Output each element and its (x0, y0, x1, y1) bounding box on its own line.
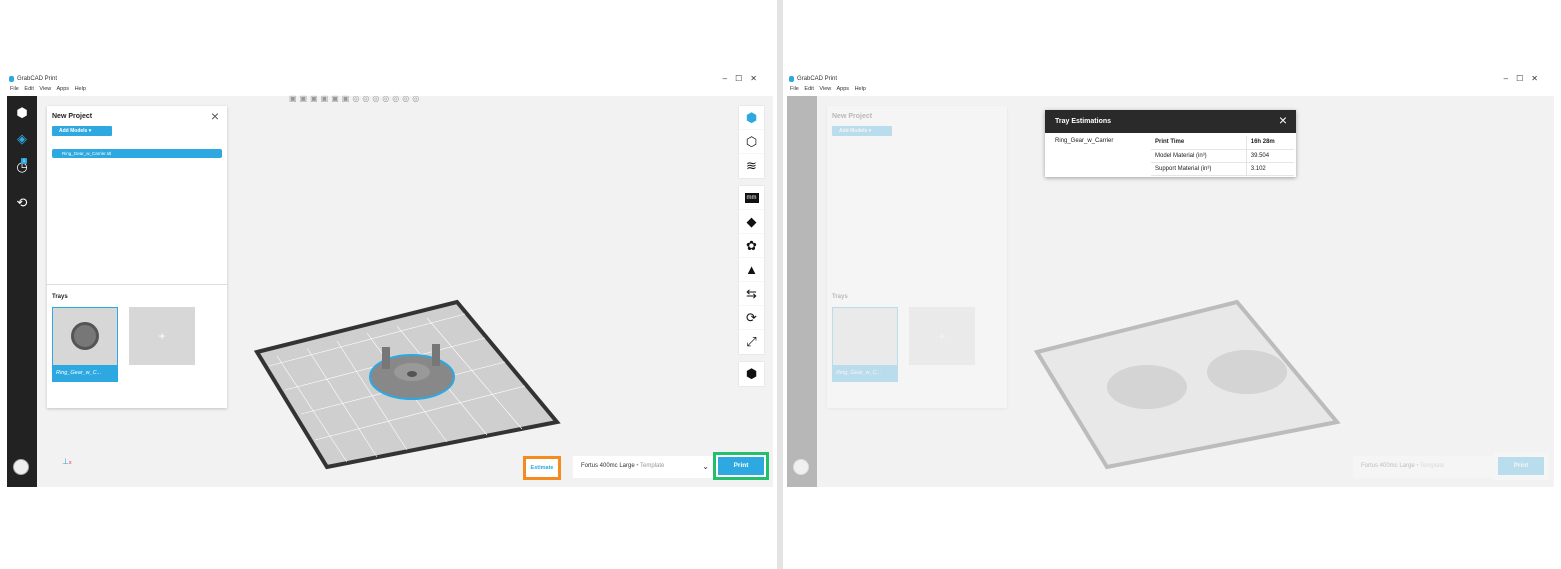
tray-estimations-dialog: Tray Estimations × Ring_Gear_w_Carrier P… (1045, 110, 1296, 177)
screenshot-divider (777, 0, 783, 569)
dialog-close-icon[interactable]: × (1279, 112, 1287, 128)
build-tray (253, 299, 561, 470)
estimation-value: 3.102 (1245, 162, 1294, 176)
add-project-icon[interactable]: ⬢ (13, 104, 31, 122)
avatar (793, 459, 809, 475)
settings-icon[interactable]: ✿ (739, 234, 764, 258)
avatar[interactable] (13, 459, 29, 475)
estimation-model-name: Ring_Gear_w_Carrier (1055, 138, 1114, 144)
scale-icon[interactable]: ⤢ (739, 330, 764, 354)
minimize-icon[interactable]: – (723, 74, 735, 83)
model-view-icon[interactable]: ⬢ (739, 106, 764, 130)
print-button[interactable]: Print (713, 452, 769, 480)
grabcad-logo-icon (789, 76, 794, 82)
project-title: New Project (52, 113, 93, 120)
estimate-button[interactable]: Estimate (523, 456, 561, 480)
window-title: GrabCAD Print (797, 76, 838, 82)
estimation-label: Print Time (1151, 136, 1247, 150)
printer-name: Fortus 400mc Large (581, 463, 635, 469)
material-icon[interactable]: ⬡ (739, 130, 764, 154)
menu-help[interactable]: Help (855, 86, 866, 92)
trays-divider (47, 284, 227, 285)
menu-help[interactable]: Help (75, 86, 86, 92)
window-controls[interactable]: –☐✕ (723, 74, 765, 83)
minimize-icon[interactable]: – (1504, 74, 1516, 83)
units-button[interactable]: mm (739, 186, 764, 210)
menu-file[interactable]: File (790, 86, 799, 92)
trays-label: Trays (832, 294, 848, 300)
table-row: Support Material (in³) 3.102 (1151, 162, 1294, 176)
estimation-table: Print Time 16h 28m Model Material (in³) … (1151, 136, 1294, 176)
axis-indicator-icon: ⊥x (62, 457, 72, 466)
menu-edit[interactable]: Edit (804, 86, 813, 92)
table-row: Model Material (in³) 39.504 (1151, 149, 1294, 163)
add-models-button[interactable]: Add Models ▾ (52, 126, 112, 136)
printer-select: Fortus 400mc Large • Template (1353, 456, 1493, 478)
project-panel: New Project × Add Models ▾ Ring_Gear_w_C… (47, 106, 227, 408)
menu-edit[interactable]: Edit (24, 86, 33, 92)
queue-badge: 1 (21, 158, 27, 164)
tray-name: Ring_Gear_w_C... (833, 365, 897, 381)
window-controls[interactable]: –☐✕ (1504, 74, 1546, 83)
panel-close-icon[interactable]: × (211, 108, 219, 124)
move-icon[interactable]: ⇆ (739, 282, 764, 306)
place-on-tray-icon[interactable]: ◆ (739, 210, 764, 234)
printer-select[interactable]: Fortus 400mc Large • Template ⌄ (573, 456, 713, 478)
model-list-item[interactable]: Ring_Gear_w_Carrier.stl (52, 149, 222, 158)
app-window-right: GrabCAD Print –☐✕ File Edit View Apps He… (787, 72, 1554, 487)
printer-name: Fortus 400mc Large (1361, 463, 1415, 469)
dialog-title: Tray Estimations (1055, 118, 1112, 125)
rotate-icon[interactable]: ⟳ (739, 306, 764, 330)
title-bar: GrabCAD Print –☐✕ (7, 72, 773, 86)
maximize-icon[interactable]: ☐ (1516, 74, 1531, 83)
title-bar-right: GrabCAD Print –☐✕ (787, 72, 1554, 86)
tray-thumbnail: Ring_Gear_w_C... (832, 307, 898, 382)
dialog-header: Tray Estimations × (1045, 110, 1296, 133)
close-icon[interactable]: ✕ (1531, 74, 1546, 83)
grabcad-logo-icon (9, 76, 14, 82)
left-sidebar (787, 96, 817, 487)
app-window-left: GrabCAD Print –☐✕ File Edit View Apps He… (7, 72, 773, 487)
menu-apps[interactable]: Apps (836, 86, 849, 92)
menu-view[interactable]: View (39, 86, 51, 92)
project-title: New Project (832, 113, 873, 120)
add-tray-button[interactable]: + (129, 307, 195, 365)
add-tray-button: + (909, 307, 975, 365)
layers-icon[interactable]: ≋ (739, 154, 764, 178)
supports-icon[interactable]: ▲ (739, 258, 764, 282)
tray-thumbnail[interactable]: Ring_Gear_w_C... (52, 307, 118, 382)
estimation-label: Support Material (in³) (1151, 162, 1247, 176)
menu-view[interactable]: View (819, 86, 831, 92)
project-panel: New Project Add Models ▾ Trays Ring_Gear… (827, 106, 1007, 408)
estimation-value: 39.504 (1245, 149, 1294, 163)
estimation-value: 16h 28m (1245, 136, 1294, 150)
table-row: Print Time 16h 28m (1151, 136, 1294, 150)
add-models-button: Add Models ▾ (832, 126, 892, 136)
window-title: GrabCAD Print (17, 76, 58, 82)
chevron-down-icon: ⌄ (702, 462, 709, 471)
gear-thumbnail-icon (71, 322, 99, 350)
history-icon[interactable]: ⟲ (13, 194, 31, 212)
maximize-icon[interactable]: ☐ (735, 74, 750, 83)
prepare-icon[interactable]: ◈ (13, 130, 31, 148)
menu-bar-right: File Edit View Apps Help (787, 86, 1554, 96)
printer-template: • Template (1414, 463, 1445, 469)
print-settings-icon[interactable]: ⬢ (739, 362, 764, 386)
menu-file[interactable]: File (10, 86, 19, 92)
view-toolbar[interactable]: ▣▣▣▣▣▣◎◎◎◎◎◎◎ (289, 94, 499, 105)
print-button: Print (1493, 452, 1549, 480)
printer-template: • Template (634, 463, 665, 469)
close-icon[interactable]: ✕ (750, 74, 765, 83)
trays-label: Trays (52, 294, 68, 300)
build-tray (1033, 299, 1341, 470)
menu-apps[interactable]: Apps (56, 86, 69, 92)
estimation-label: Model Material (in³) (1151, 149, 1247, 163)
left-sidebar: ⬢ ◈ ◷ 1 ⟲ (7, 96, 37, 487)
tray-name: Ring_Gear_w_C... (53, 365, 117, 381)
